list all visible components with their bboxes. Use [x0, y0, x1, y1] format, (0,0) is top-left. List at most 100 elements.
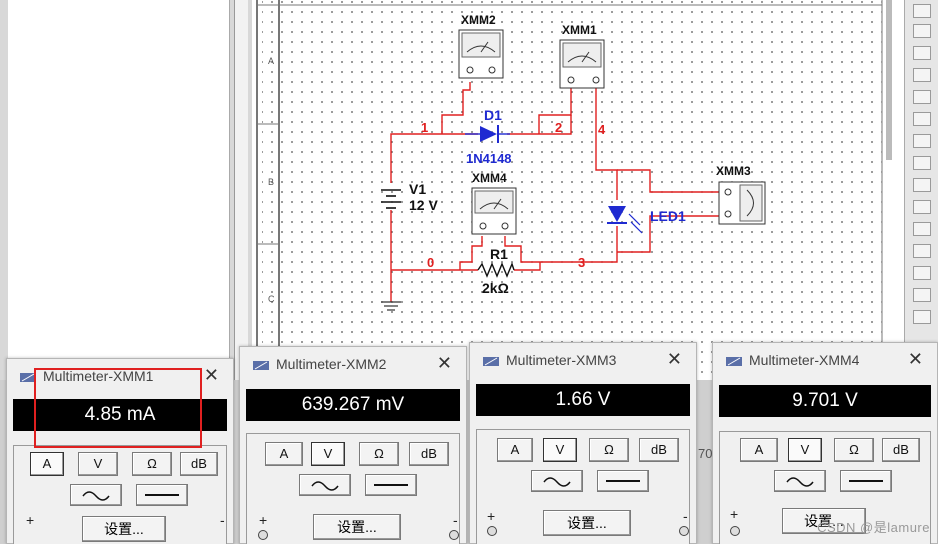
- xmm4-label: XMM4: [472, 171, 507, 185]
- mode-db-button[interactable]: dB: [409, 442, 449, 466]
- schematic-svg: A B C V1 12 V D1 1N4148 LED1 R1 2kΩ 1 2 …: [256, 0, 883, 380]
- toolbar-instrument-icon[interactable]: [913, 90, 931, 104]
- dc-mode-button[interactable]: [136, 484, 188, 506]
- meter-controls: A V Ω dB + 设置... -: [13, 445, 227, 544]
- toolbar-instrument-icon[interactable]: [913, 222, 931, 236]
- toolbar-instrument-icon[interactable]: [913, 244, 931, 258]
- mode-ohmmeter-button[interactable]: Ω: [589, 438, 629, 462]
- positive-terminal-label: +: [487, 508, 496, 524]
- mode-db-button[interactable]: dB: [180, 452, 218, 476]
- instrument-toolbar: [904, 0, 938, 350]
- d1-ref: D1: [484, 107, 502, 123]
- watermark: CSDN @是lamure: [817, 520, 930, 535]
- positive-terminal-jack[interactable]: [730, 526, 740, 536]
- dc-line-icon: [849, 480, 883, 482]
- dc-mode-button[interactable]: [597, 470, 649, 492]
- meter-controls: A V Ω dB + 设置... -: [476, 429, 690, 544]
- toolbar-instrument-icon[interactable]: [913, 178, 931, 192]
- mode-voltmeter-button[interactable]: V: [78, 452, 118, 476]
- close-icon[interactable]: ✕: [908, 349, 923, 370]
- positive-terminal-jack[interactable]: [258, 530, 268, 540]
- node-label: 0: [427, 255, 434, 270]
- negative-terminal-jack[interactable]: [449, 530, 459, 540]
- ac-mode-button[interactable]: [774, 470, 826, 492]
- r1-value: 2kΩ: [482, 280, 509, 296]
- instrument-xmm2[interactable]: [458, 29, 504, 79]
- mode-ammeter-button[interactable]: A: [740, 438, 778, 462]
- toolbar-instrument-icon[interactable]: [913, 134, 931, 148]
- ac-mode-button[interactable]: [299, 474, 351, 496]
- mode-ammeter-button[interactable]: A: [265, 442, 303, 466]
- mode-ammeter-button[interactable]: A: [30, 452, 64, 476]
- dc-line-icon: [145, 494, 179, 496]
- toolbar-instrument-icon[interactable]: [913, 266, 931, 280]
- sine-wave-icon: [786, 477, 814, 487]
- window-title: Multimeter-XMM3: [506, 352, 617, 368]
- window-titlebar[interactable]: Multimeter-XMM2 ✕: [240, 347, 466, 381]
- ac-mode-button[interactable]: [70, 484, 122, 506]
- mode-voltmeter-button[interactable]: V: [311, 442, 345, 466]
- settings-button[interactable]: 设置...: [543, 510, 631, 536]
- dc-line-icon: [374, 484, 408, 486]
- positive-terminal-jack[interactable]: [487, 526, 497, 536]
- negative-terminal-label: -: [453, 512, 458, 528]
- toolbar-instrument-icon[interactable]: [913, 4, 931, 18]
- toolbar-instrument-icon[interactable]: [913, 156, 931, 170]
- row-label-b: B: [268, 177, 274, 187]
- multimeter-xmm3-window: Multimeter-XMM3 ✕ 1.66 V A V Ω dB + 设置..…: [469, 342, 697, 544]
- node-label: 2: [555, 120, 562, 135]
- instrument-xmm3[interactable]: [718, 181, 766, 225]
- highlight-box: [34, 368, 202, 448]
- mode-ammeter-button[interactable]: A: [497, 438, 533, 462]
- left-panel-scrollbar[interactable]: [234, 0, 248, 380]
- multimeter-xmm4-window: Multimeter-XMM4 ✕ 9.701 V A V Ω dB + 设置.…: [712, 342, 938, 544]
- close-icon[interactable]: ✕: [204, 365, 219, 386]
- led1-ref: LED1: [650, 208, 686, 224]
- positive-terminal-label: +: [26, 512, 35, 528]
- settings-button[interactable]: 设置...: [82, 516, 166, 542]
- close-icon[interactable]: ✕: [437, 353, 452, 374]
- v1-ref: V1: [409, 181, 426, 197]
- mode-ohmmeter-button[interactable]: Ω: [132, 452, 172, 476]
- dc-mode-button[interactable]: [365, 474, 417, 496]
- window-title: Multimeter-XMM4: [749, 352, 860, 368]
- meter-display: 9.701 V: [719, 385, 931, 417]
- meter-display: 1.66 V: [476, 384, 690, 416]
- xmm2-label: XMM2: [461, 13, 496, 27]
- v1-value: 12 V: [409, 197, 438, 213]
- ac-mode-button[interactable]: [531, 470, 583, 492]
- toolbar-instrument-icon[interactable]: [913, 288, 931, 302]
- node-label: 3: [578, 255, 585, 270]
- row-label-c: C: [268, 294, 275, 304]
- toolbar-instrument-icon[interactable]: [913, 46, 931, 60]
- mode-db-button[interactable]: dB: [639, 438, 679, 462]
- instrument-xmm4[interactable]: [471, 187, 517, 235]
- hidden-window-partial-text: 70: [698, 446, 713, 461]
- design-toolbox-area: [8, 0, 230, 380]
- toolbar-instrument-icon[interactable]: [913, 200, 931, 214]
- multimeter-xmm2-window: Multimeter-XMM2 ✕ 639.267 mV A V Ω dB + …: [239, 346, 467, 544]
- positive-terminal-label: +: [730, 506, 739, 522]
- mode-voltmeter-button[interactable]: V: [543, 438, 577, 462]
- mode-ohmmeter-button[interactable]: Ω: [834, 438, 874, 462]
- r1-ref: R1: [490, 246, 508, 262]
- mode-voltmeter-button[interactable]: V: [788, 438, 822, 462]
- window-titlebar[interactable]: Multimeter-XMM3 ✕: [470, 343, 696, 377]
- mode-ohmmeter-button[interactable]: Ω: [359, 442, 399, 466]
- dc-mode-button[interactable]: [840, 470, 892, 492]
- canvas-vertical-scrollbar[interactable]: [886, 0, 892, 160]
- meter-controls: A V Ω dB + 设置... -: [246, 433, 460, 544]
- window-titlebar[interactable]: Multimeter-XMM4 ✕: [713, 343, 937, 377]
- sine-wave-icon: [82, 491, 110, 501]
- settings-button[interactable]: 设置...: [313, 514, 401, 540]
- toolbar-instrument-icon[interactable]: [913, 68, 931, 82]
- instrument-xmm1[interactable]: [559, 39, 605, 89]
- negative-terminal-jack[interactable]: [679, 526, 689, 536]
- node-label: 1: [421, 120, 428, 135]
- close-icon[interactable]: ✕: [667, 349, 682, 370]
- toolbar-instrument-icon[interactable]: [913, 310, 931, 324]
- toolbar-instrument-icon[interactable]: [913, 112, 931, 126]
- schematic-canvas[interactable]: A B C V1 12 V D1 1N4148 LED1 R1 2kΩ 1 2 …: [252, 0, 904, 380]
- toolbar-instrument-icon[interactable]: [913, 24, 931, 38]
- mode-db-button[interactable]: dB: [882, 438, 920, 462]
